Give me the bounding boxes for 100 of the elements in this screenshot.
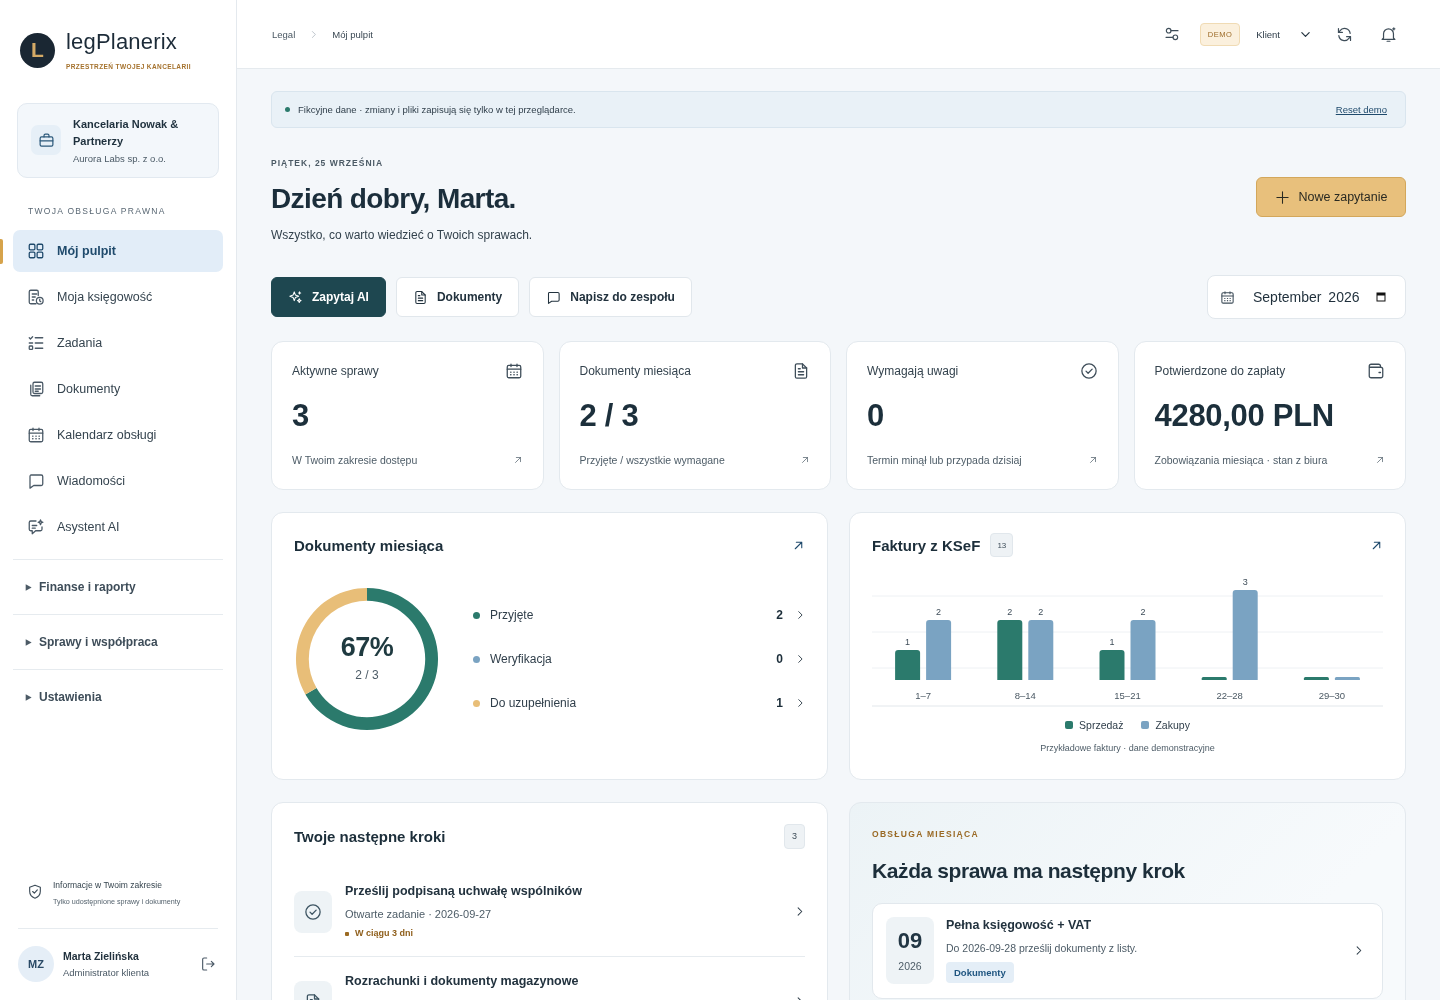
chat-bubble-icon bbox=[27, 472, 45, 490]
axis-label: 15–21 bbox=[1114, 690, 1141, 701]
card-title: Dokumenty miesiąca bbox=[294, 536, 444, 554]
circle-check-icon bbox=[1079, 362, 1098, 380]
legend-count: 1 bbox=[776, 696, 783, 710]
nav-group[interactable]: Finanse i raporty bbox=[13, 560, 223, 614]
circle-check-icon bbox=[294, 891, 332, 933]
stat-value: 4280,00 PLN bbox=[1154, 399, 1335, 433]
user-name: Marta Zielińska bbox=[63, 950, 140, 962]
nav-item[interactable]: Kalendarz obsługi bbox=[13, 414, 223, 456]
section-label: TWOJA OBSŁUGA PRAWNA bbox=[28, 206, 167, 216]
service-text: Do 2026-09-28 prześlij dokumenty z listy. bbox=[946, 942, 1139, 954]
legend-label: Sprzedaż bbox=[1079, 719, 1124, 731]
month-field[interactable]: September 2026 bbox=[1207, 275, 1406, 319]
step-meta: Otwarte zadanie · 2026-09-27 bbox=[345, 908, 493, 921]
chevron-right-icon[interactable] bbox=[795, 654, 805, 664]
nav-item[interactable]: Dokumenty bbox=[13, 368, 223, 410]
nav-group[interactable]: Sprawy i współpraca bbox=[13, 615, 223, 669]
sliders-icon[interactable] bbox=[1163, 26, 1180, 42]
date-month: 09 bbox=[897, 929, 923, 953]
role-select[interactable]: Klient bbox=[1256, 28, 1311, 40]
count-badge: 3 bbox=[784, 823, 805, 849]
step-due: W ciągu 3 dni bbox=[355, 928, 413, 939]
stat-note: Termin minął lub przypada dzisiaj bbox=[867, 454, 1022, 466]
stat-value: 0 bbox=[867, 399, 885, 433]
calendar-icon bbox=[504, 362, 523, 380]
chevron-right-icon[interactable] bbox=[795, 610, 805, 620]
active-indicator bbox=[0, 239, 3, 264]
axis-label: 22–28 bbox=[1216, 690, 1243, 701]
new-request-button[interactable]: Nowe zapytanie bbox=[1256, 177, 1406, 217]
bar-value-label: 2 bbox=[1140, 607, 1146, 617]
axis-label: 1–7 bbox=[915, 690, 932, 701]
action-button[interactable]: Dokumenty bbox=[395, 277, 520, 317]
stat-note: Zobowiązania miesiąca · stan z biura bbox=[1154, 454, 1328, 466]
briefcase-icon bbox=[31, 125, 61, 155]
nav-item[interactable]: Zadania bbox=[13, 322, 223, 364]
wallet-icon bbox=[1367, 362, 1385, 380]
service-title: Pełna księgowość + VAT bbox=[946, 918, 1093, 932]
sparkle-icon bbox=[288, 289, 303, 305]
date-year: 2026 bbox=[898, 960, 922, 972]
greeting-title: Dzień dobry, Marta. bbox=[271, 183, 517, 215]
ask-ai-button[interactable]: Zapytaj AI bbox=[271, 277, 386, 317]
brand-name: legPlanerix bbox=[66, 30, 179, 54]
notice-text: Fikcyjne dane · zmiany i pliki zapisują się tylko w tej przeglądarce. bbox=[298, 104, 577, 115]
reset-demo-link[interactable]: Reset demo bbox=[1335, 104, 1387, 115]
organization-name: Kancelaria Nowak & Partnerzy bbox=[73, 117, 180, 149]
chevron-right-icon[interactable] bbox=[795, 698, 805, 708]
user-avatar: MZ bbox=[18, 946, 54, 982]
bar-value-label: 2 bbox=[1007, 607, 1013, 617]
legend-label: Zakupy bbox=[1155, 719, 1190, 731]
date-label: PIĄTEK, 25 WRZEŚNIA bbox=[271, 158, 385, 168]
step-title[interactable]: Rozrachunki i dokumenty magazynowe bbox=[345, 974, 781, 989]
bar bbox=[1099, 650, 1125, 680]
nav-group[interactable]: Ustawienia bbox=[13, 670, 223, 724]
service-tag: Dokumenty bbox=[946, 962, 1014, 983]
nav-item[interactable]: Moja księgowość bbox=[13, 276, 223, 318]
refresh-icon[interactable] bbox=[1336, 25, 1353, 43]
service-card[interactable]: 09 2026 Pełna księgowość + VAT Do 2026-09-28 prześlij dokumenty z listy. Dokumenty bbox=[872, 903, 1383, 999]
breadcrumb-link[interactable]: Mój pulpit bbox=[332, 28, 373, 40]
legend-label[interactable]: Do uzupełnienia bbox=[490, 696, 777, 710]
plus-icon bbox=[1274, 189, 1290, 205]
stat-value: 3 bbox=[292, 399, 310, 433]
bar bbox=[1334, 677, 1360, 680]
action-button[interactable]: Napisz do zespołu bbox=[529, 277, 692, 317]
shield-check-icon bbox=[27, 883, 43, 900]
calendar-icon bbox=[1220, 289, 1235, 305]
axis-label: 29–30 bbox=[1318, 690, 1346, 701]
legend-label[interactable]: Weryfikacja bbox=[490, 652, 777, 666]
step-title[interactable]: Prześlij podpisaną uchwałę wspólników bbox=[345, 884, 781, 899]
stat-title: Dokumenty miesiąca bbox=[579, 364, 691, 378]
card-title: Twoje następne kroki bbox=[294, 827, 446, 845]
document-icon bbox=[792, 362, 810, 380]
document-icon bbox=[412, 289, 428, 305]
calendar-picker-icon[interactable] bbox=[1375, 291, 1387, 303]
card-title: Faktury z KSeF bbox=[872, 536, 981, 554]
stat-title: Potwierdzone do zapłaty bbox=[1154, 364, 1286, 378]
donut-caption: 2 / 3 bbox=[355, 668, 379, 682]
scope-title: Informacje w Twoim zakresie bbox=[53, 880, 163, 890]
bar bbox=[1303, 677, 1329, 680]
bar bbox=[1028, 620, 1054, 680]
eyebrow-label: OBSŁUGA MIESIĄCA bbox=[872, 829, 980, 839]
count-badge: 13 bbox=[990, 533, 1014, 557]
bar bbox=[895, 650, 921, 680]
breadcrumb-link[interactable]: Legal bbox=[272, 28, 296, 40]
bell-icon[interactable] bbox=[1380, 25, 1397, 43]
stat-title: Aktywne sprawy bbox=[292, 364, 379, 378]
logout-icon[interactable] bbox=[200, 956, 216, 972]
bar-value-label: 2 bbox=[936, 607, 942, 617]
bar bbox=[926, 620, 952, 680]
user-role: Administrator klienta bbox=[63, 967, 151, 978]
chevron-right-icon bbox=[309, 29, 319, 39]
dashboard-grid-icon bbox=[27, 242, 45, 260]
chart-caption: Przykładowe faktury · dane demonstracyjne bbox=[1039, 743, 1216, 753]
stat-title: Wymagają uwagi bbox=[867, 364, 959, 378]
company-name: Aurora Labs sp. z o.o. bbox=[73, 153, 167, 164]
legend-label[interactable]: Przyjęte bbox=[490, 608, 777, 622]
nav-item[interactable]: Asystent AI bbox=[13, 506, 223, 548]
nav-item[interactable]: Wiadomości bbox=[13, 460, 223, 502]
legend-count: 2 bbox=[776, 608, 783, 622]
checklist-icon bbox=[27, 334, 45, 352]
